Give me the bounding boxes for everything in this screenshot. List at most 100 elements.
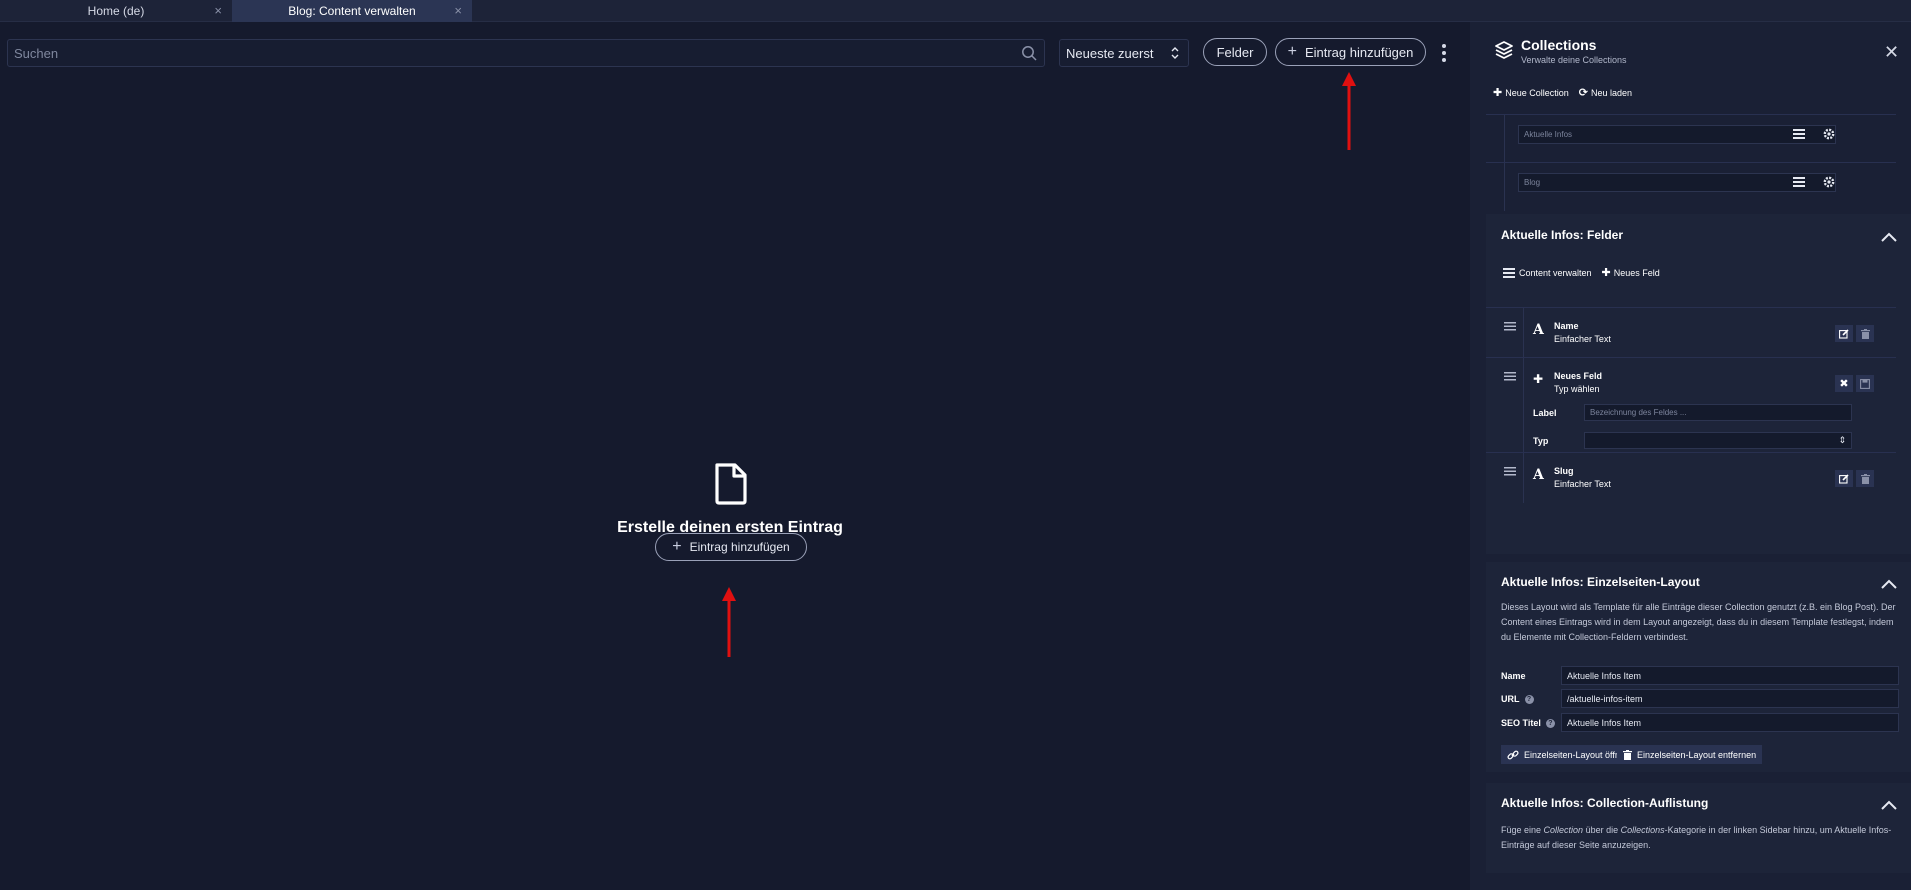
help-icon[interactable]: ? bbox=[1524, 694, 1534, 704]
new-collection-button[interactable]: ✚ Neue Collection bbox=[1493, 86, 1569, 99]
single-page-layout-section: Aktuelle Infos: Einzelseiten-Layout Dies… bbox=[1486, 562, 1911, 772]
label-caption: Label bbox=[1533, 408, 1557, 418]
seo-label-text: SEO Titel bbox=[1501, 718, 1541, 728]
close-icon: ✖ bbox=[1839, 378, 1849, 390]
layout-section-title: Aktuelle Infos: Einzelseiten-Layout bbox=[1501, 575, 1700, 589]
new-field-label: Neues Feld bbox=[1613, 267, 1660, 278]
gear-icon[interactable] bbox=[1823, 176, 1835, 188]
field-type-select[interactable]: ⇕ bbox=[1584, 432, 1852, 449]
fields-section-title: Aktuelle Infos: Felder bbox=[1501, 228, 1624, 242]
layout-name-input[interactable]: Aktuelle Infos Item bbox=[1561, 666, 1899, 685]
reload-button[interactable]: ⟳ Neu laden bbox=[1579, 86, 1632, 99]
new-field-title: Neues Feld bbox=[1554, 371, 1603, 381]
fields-actions: Content verwalten ✚ Neues Feld bbox=[1503, 266, 1660, 279]
seo-title-input[interactable]: Aktuelle Infos Item bbox=[1561, 713, 1899, 732]
sort-select[interactable]: Neueste zuerst bbox=[1059, 39, 1189, 67]
edit-icon bbox=[1839, 473, 1849, 484]
remove-layout-button[interactable]: Einzelseiten-Layout entfernen bbox=[1617, 745, 1763, 764]
desc-emphasis: Collection bbox=[1543, 825, 1584, 835]
remove-layout-label: Einzelseiten-Layout entfernen bbox=[1637, 749, 1757, 760]
plus-icon: ✚ bbox=[1533, 372, 1544, 386]
new-field-form: ✚ Neues Feld Typ wählen ✖ Label Bezeichn… bbox=[1486, 357, 1896, 453]
chevron-up-icon[interactable] bbox=[1880, 232, 1898, 242]
collection-list: Aktuelle Infos Blog bbox=[1486, 112, 1911, 212]
annotation-arrow bbox=[722, 587, 736, 657]
trash-icon bbox=[1860, 473, 1870, 484]
text-type-icon: A bbox=[1533, 322, 1544, 338]
gear-icon[interactable] bbox=[1823, 128, 1835, 140]
listing-description: Füge eine Collection über die Collection… bbox=[1501, 823, 1906, 853]
tab-bar: Home (de) × Blog: Content verwalten × bbox=[0, 0, 1911, 22]
layout-url-input[interactable]: /aktuelle-infos-item bbox=[1561, 689, 1899, 708]
layout-description: Dieses Layout wird als Template für alle… bbox=[1501, 602, 1896, 642]
chevron-up-icon[interactable] bbox=[1880, 800, 1898, 810]
collection-listing-section: Aktuelle Infos: Collection-Auflistung Fü… bbox=[1486, 783, 1911, 873]
add-first-entry-button[interactable]: + Eintrag hinzufügen bbox=[655, 533, 807, 561]
drag-handle-icon[interactable] bbox=[1504, 322, 1516, 331]
drag-handle-icon[interactable] bbox=[1504, 467, 1516, 476]
list-icon bbox=[1503, 267, 1515, 278]
chevron-up-icon[interactable] bbox=[1880, 579, 1898, 589]
new-collection-label: Neue Collection bbox=[1505, 88, 1569, 98]
trash-icon bbox=[1623, 749, 1632, 760]
list-icon[interactable] bbox=[1793, 177, 1805, 187]
plus-icon: ✚ bbox=[1493, 87, 1503, 99]
save-button[interactable] bbox=[1856, 375, 1874, 392]
name-label: Name bbox=[1501, 671, 1526, 681]
delete-button[interactable] bbox=[1856, 325, 1874, 342]
collection-name[interactable]: Aktuelle Infos bbox=[1518, 125, 1836, 144]
collection-item[interactable]: Aktuelle Infos bbox=[1486, 114, 1896, 163]
add-entry-button[interactable]: + Eintrag hinzufügen bbox=[1275, 38, 1426, 66]
manage-content-label: Content verwalten bbox=[1519, 267, 1592, 278]
fields-button[interactable]: Felder bbox=[1203, 38, 1267, 66]
content-area: Neueste zuerst Felder + Eintrag hinzufüg… bbox=[0, 22, 1470, 890]
field-type: Einfacher Text bbox=[1554, 479, 1611, 489]
tab-blog-content[interactable]: Blog: Content verwalten × bbox=[232, 0, 472, 22]
desc-text: über die bbox=[1583, 825, 1621, 835]
desc-emphasis: Collections bbox=[1620, 825, 1665, 835]
text-type-icon: A bbox=[1533, 467, 1544, 483]
list-icon[interactable] bbox=[1793, 129, 1805, 139]
manage-content-button[interactable]: Content verwalten bbox=[1503, 267, 1592, 278]
drag-handle-icon[interactable] bbox=[1504, 372, 1516, 381]
select-arrows-icon bbox=[1171, 47, 1179, 59]
collection-item[interactable]: Blog bbox=[1486, 162, 1896, 211]
open-layout-label: Einzelseiten-Layout öffnen bbox=[1524, 749, 1630, 760]
help-icon[interactable]: ? bbox=[1545, 718, 1555, 728]
field-type: Einfacher Text bbox=[1554, 334, 1611, 344]
open-layout-button[interactable]: Einzelseiten-Layout öffnen bbox=[1501, 745, 1636, 764]
field-name: Name bbox=[1554, 321, 1579, 331]
close-icon[interactable]: × bbox=[214, 3, 222, 18]
field-name: Slug bbox=[1554, 466, 1574, 476]
delete-button[interactable] bbox=[1856, 470, 1874, 487]
new-field-button[interactable]: ✚ Neues Feld bbox=[1602, 266, 1660, 279]
link-icon bbox=[1507, 750, 1519, 759]
cancel-button[interactable]: ✖ bbox=[1835, 375, 1853, 392]
layers-icon bbox=[1495, 41, 1513, 59]
url-label-text: URL bbox=[1501, 694, 1520, 704]
edit-button[interactable] bbox=[1835, 470, 1853, 487]
search-icon[interactable] bbox=[1021, 45, 1037, 61]
search-input[interactable] bbox=[7, 39, 1045, 67]
trash-icon bbox=[1860, 328, 1870, 339]
field-row: A Name Einfacher Text bbox=[1486, 307, 1896, 358]
collection-name[interactable]: Blog bbox=[1518, 173, 1836, 192]
edit-icon bbox=[1839, 328, 1849, 339]
plus-icon: + bbox=[672, 538, 682, 555]
panel-actions: ✚ Neue Collection ⟳ Neu laden bbox=[1493, 86, 1632, 99]
tab-home-label: Home (de) bbox=[87, 4, 145, 18]
close-icon[interactable]: ✕ bbox=[1884, 42, 1899, 63]
more-options-icon[interactable] bbox=[1438, 41, 1450, 65]
panel-subtitle: Verwalte deine Collections bbox=[1521, 55, 1627, 65]
tab-home[interactable]: Home (de) × bbox=[0, 0, 232, 22]
type-caption: Typ bbox=[1533, 436, 1549, 446]
close-icon[interactable]: × bbox=[454, 3, 462, 18]
select-arrows-icon: ⇕ bbox=[1838, 435, 1846, 445]
add-first-entry-label: Eintrag hinzufügen bbox=[689, 540, 790, 554]
sort-value: Neueste zuerst bbox=[1066, 45, 1154, 61]
document-icon bbox=[715, 463, 747, 505]
annotation-arrow bbox=[1342, 72, 1356, 150]
field-label-input[interactable]: Bezeichnung des Feldes ... bbox=[1584, 404, 1852, 421]
fields-button-label: Felder bbox=[1216, 44, 1254, 60]
edit-button[interactable] bbox=[1835, 325, 1853, 342]
